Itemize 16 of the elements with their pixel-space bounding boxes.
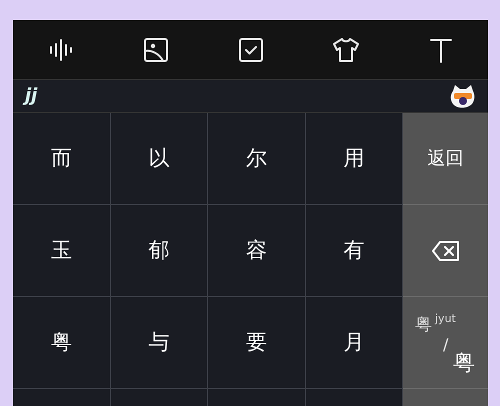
character-key[interactable]: 而 bbox=[13, 113, 110, 205]
character-key[interactable]: 尔 bbox=[208, 113, 306, 205]
checkbox-icon[interactable] bbox=[236, 36, 264, 64]
shirt-icon[interactable] bbox=[332, 36, 360, 64]
toggle-superscript: jyut bbox=[435, 311, 456, 327]
character-key[interactable]: 容 bbox=[208, 205, 306, 297]
toggle-large-char: 粤 bbox=[453, 350, 475, 378]
mascot-icon[interactable] bbox=[450, 83, 476, 109]
character-key[interactable]: 郁 bbox=[110, 205, 208, 297]
character-key[interactable]: 玉 bbox=[13, 205, 110, 297]
character-key[interactable]: 以 bbox=[110, 113, 208, 205]
logo: jj bbox=[25, 87, 38, 105]
toggle-small-char: 粤 bbox=[415, 314, 432, 337]
toggle-slash: / bbox=[443, 334, 448, 356]
backspace-icon bbox=[430, 240, 460, 262]
image-icon[interactable] bbox=[142, 36, 170, 64]
